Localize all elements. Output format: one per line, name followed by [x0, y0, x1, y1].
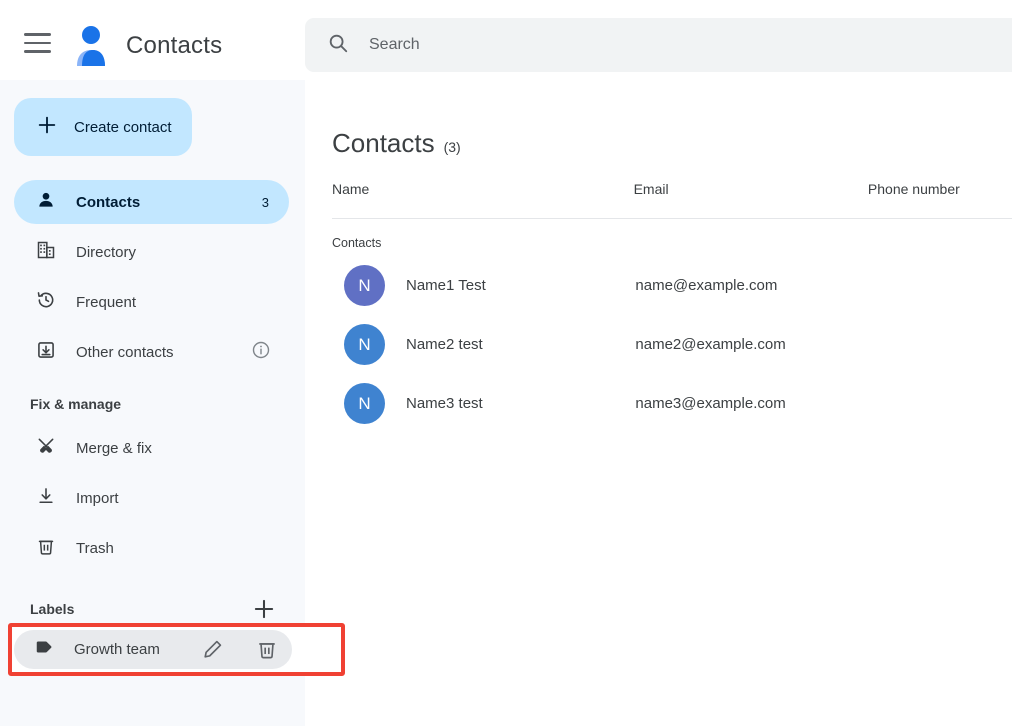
- contacts-person-logo: [72, 24, 112, 68]
- import-download-icon: [36, 486, 56, 511]
- sidebar-item-directory[interactable]: Directory: [14, 230, 289, 274]
- building-icon: [36, 240, 56, 265]
- search-placeholder: Search: [369, 36, 420, 53]
- app-title: Contacts: [126, 32, 223, 59]
- contact-email: name2@example.com: [635, 336, 786, 353]
- contact-name: Name3 test: [406, 395, 483, 412]
- sidebar-item-other-contacts[interactable]: Other contacts: [14, 330, 289, 374]
- labels-header: Labels: [30, 596, 277, 622]
- column-header-email[interactable]: Email: [634, 181, 868, 197]
- contact-email: name3@example.com: [635, 395, 786, 412]
- main-content: Contacts (3) Name Email Phone number Con…: [310, 94, 1012, 726]
- page-title-text: Contacts: [332, 128, 435, 158]
- search-icon: [327, 32, 349, 59]
- sidebar-label-growth-team[interactable]: Growth team: [14, 630, 292, 669]
- column-header-name[interactable]: Name: [332, 181, 634, 197]
- table-row[interactable]: N Name3 test name3@example.com: [332, 374, 1012, 433]
- trash-icon: [36, 536, 56, 561]
- table-row[interactable]: N Name1 Test name@example.com: [332, 256, 1012, 315]
- avatar: N: [344, 383, 385, 424]
- contacts-table-body: N Name1 Test name@example.com N Name2 te…: [332, 256, 1012, 433]
- create-contact-button[interactable]: Create contact: [14, 98, 192, 156]
- sidebar-item-trash[interactable]: Trash: [14, 526, 289, 570]
- fix-manage-list: Merge & fix Import Trash: [0, 426, 305, 570]
- contacts-group-label: Contacts: [332, 236, 382, 250]
- table-header: Name Email Phone number: [332, 181, 1012, 219]
- plus-icon: [36, 114, 58, 141]
- sidebar-item-merge-fix[interactable]: Merge & fix: [14, 426, 289, 470]
- sidebar-item-label: Import: [76, 489, 119, 507]
- pencil-edit-icon[interactable]: [202, 638, 226, 662]
- sidebar-item-label: Directory: [76, 243, 137, 261]
- page-title: Contacts (3): [332, 128, 1012, 159]
- history-clock-icon: [36, 290, 56, 315]
- sidebar-item-label: Trash: [76, 539, 114, 557]
- search-input[interactable]: Search: [305, 18, 1012, 72]
- sidebar-item-label: Contacts: [76, 193, 141, 211]
- contacts-app: Contacts Search Create contact Contacts …: [0, 0, 1012, 726]
- download-box-icon: [36, 340, 56, 365]
- sidebar-item-contacts[interactable]: Contacts 3: [14, 180, 289, 224]
- brand: Contacts: [72, 24, 222, 68]
- avatar: N: [344, 324, 385, 365]
- fix-manage-heading: Fix & manage: [30, 396, 122, 412]
- contacts-total-count: (3): [443, 139, 461, 155]
- label-name: Growth team: [74, 641, 160, 658]
- avatar: N: [344, 265, 385, 306]
- contact-name: Name2 test: [406, 336, 483, 353]
- add-label-button[interactable]: [251, 596, 277, 622]
- contact-email: name@example.com: [635, 277, 778, 294]
- contact-name: Name1 Test: [406, 277, 486, 294]
- contacts-count-badge: 3: [261, 194, 269, 210]
- sidebar-item-label: Merge & fix: [76, 439, 152, 457]
- info-icon[interactable]: [251, 340, 271, 365]
- sidebar-item-label: Other contacts: [76, 343, 174, 361]
- labels-heading: Labels: [30, 601, 75, 617]
- hamburger-menu-icon[interactable]: [24, 33, 54, 61]
- column-header-phone[interactable]: Phone number: [868, 181, 1012, 197]
- merge-tools-icon: [36, 436, 56, 461]
- sidebar-nav: Contacts 3 Directory Frequent Other cont…: [0, 180, 305, 374]
- trash-delete-icon[interactable]: [256, 638, 280, 662]
- create-contact-label: Create contact: [74, 118, 172, 136]
- person-icon: [36, 190, 56, 215]
- table-row[interactable]: N Name2 test name2@example.com: [332, 315, 1012, 374]
- sidebar-item-frequent[interactable]: Frequent: [14, 280, 289, 324]
- sidebar-item-label: Frequent: [76, 293, 137, 311]
- sidebar-item-import[interactable]: Import: [14, 476, 289, 520]
- label-tag-icon: [34, 636, 56, 663]
